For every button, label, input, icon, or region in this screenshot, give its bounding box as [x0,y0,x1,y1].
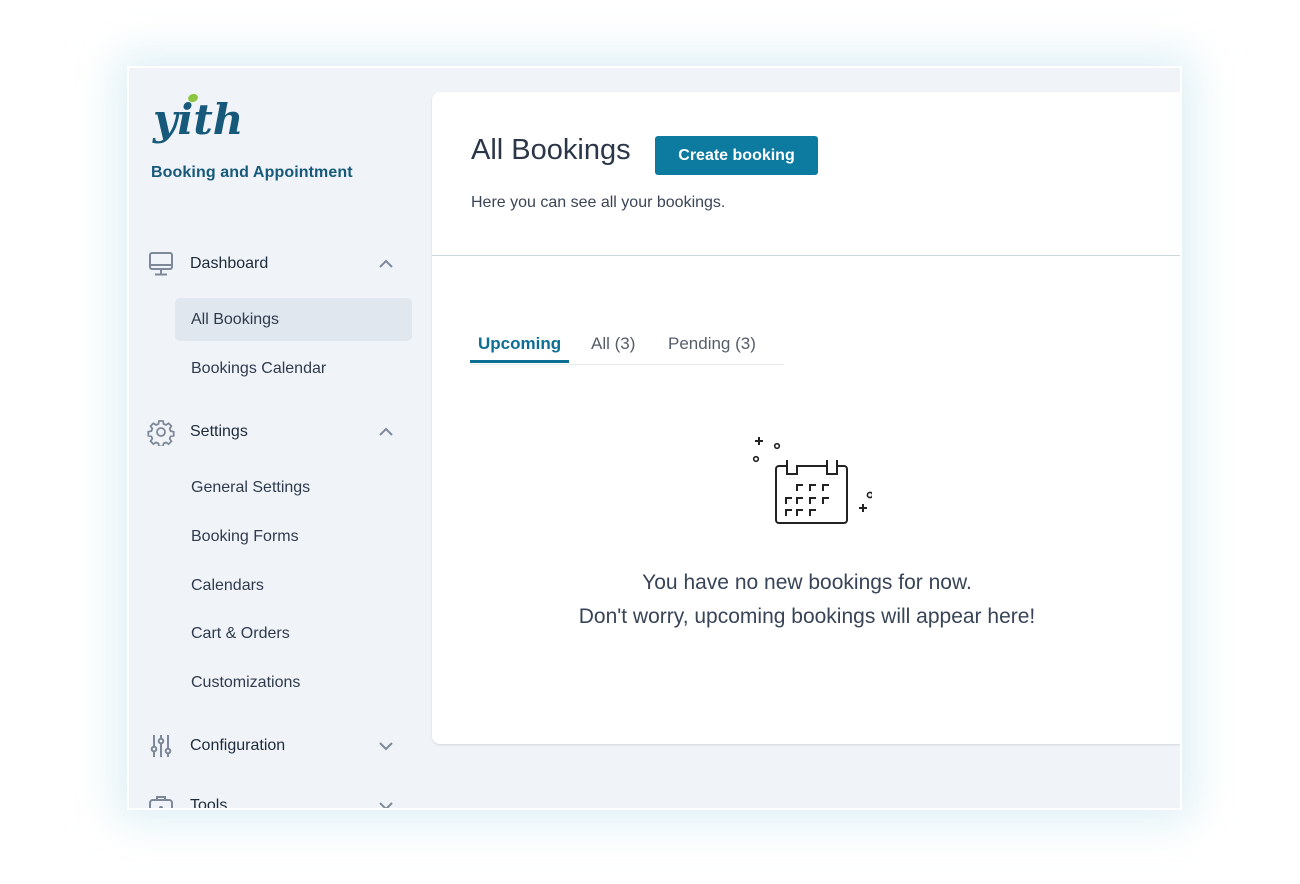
sliders-icon [150,735,172,757]
nav-group-label: Tools [190,797,228,810]
sidebar-item-label: Cart & Orders [191,625,290,642]
sidebar-item-customizations[interactable]: Customizations [175,661,412,704]
yith-logo: yith [152,93,241,144]
calendar-icon [752,437,872,524]
chevron-up-icon[interactable] [377,256,395,272]
active-tab-indicator [470,360,569,363]
nav-group-dashboard[interactable]: Dashboard [129,244,429,284]
empty-state-line-2: Don't worry, upcoming bookings will appe… [578,605,1036,628]
sidebar-item-booking-forms[interactable]: Booking Forms [175,515,412,558]
sidebar-item-label: Booking Forms [191,528,299,545]
sidebar-item-label: Calendars [191,577,264,594]
header-divider [432,255,1180,256]
sidebar-item-label: All Bookings [191,311,280,328]
tab-upcoming[interactable]: Upcoming [478,334,561,354]
sidebar: yith Booking and Appointment Dashboard A… [129,68,429,808]
app-window: yith Booking and Appointment Dashboard A… [127,66,1182,810]
tab-all[interactable]: All (3) [591,334,635,354]
sidebar-item-label: Bookings Calendar [191,360,327,377]
nav-group-settings[interactable]: Settings [129,412,429,452]
sidebar-item-general-settings[interactable]: General Settings [175,466,412,509]
nav-group-label: Configuration [190,737,286,754]
bookings-tabs: Upcoming All (3) Pending (3) [470,324,784,365]
main-panel: All Bookings Create booking Here you can… [432,92,1180,744]
monitor-icon [149,252,173,276]
sidebar-item-label: Customizations [191,674,301,691]
sidebar-item-cart-orders[interactable]: Cart & Orders [175,612,412,655]
sidebar-item-bookings-calendar[interactable]: Bookings Calendar [175,347,412,390]
sidebar-item-all-bookings[interactable]: All Bookings [175,298,412,341]
page-title: All Bookings [471,134,631,166]
empty-state-line-1: You have no new bookings for now. [642,571,972,594]
nav-group-tools[interactable]: Tools [129,786,429,810]
chevron-down-icon[interactable] [377,738,395,754]
empty-state-message: You have no new bookings for now. Don't … [432,566,1180,634]
svg-text:yith: yith [152,95,241,144]
gear-icon [147,420,175,446]
nav-group-label: Dashboard [190,255,269,272]
page-description: Here you can see all your bookings. [471,194,726,211]
sidebar-item-calendars[interactable]: Calendars [175,564,412,607]
nav-group-configuration[interactable]: Configuration [129,726,429,766]
chevron-down-icon[interactable] [377,798,395,810]
create-booking-button[interactable]: Create booking [655,136,818,175]
brand-subtitle: Booking and Appointment [151,164,353,181]
nav-group-label: Settings [190,423,248,440]
toolbox-icon [149,796,173,808]
sidebar-item-label: General Settings [191,479,311,496]
tab-pending[interactable]: Pending (3) [668,334,756,354]
chevron-up-icon[interactable] [377,424,395,440]
